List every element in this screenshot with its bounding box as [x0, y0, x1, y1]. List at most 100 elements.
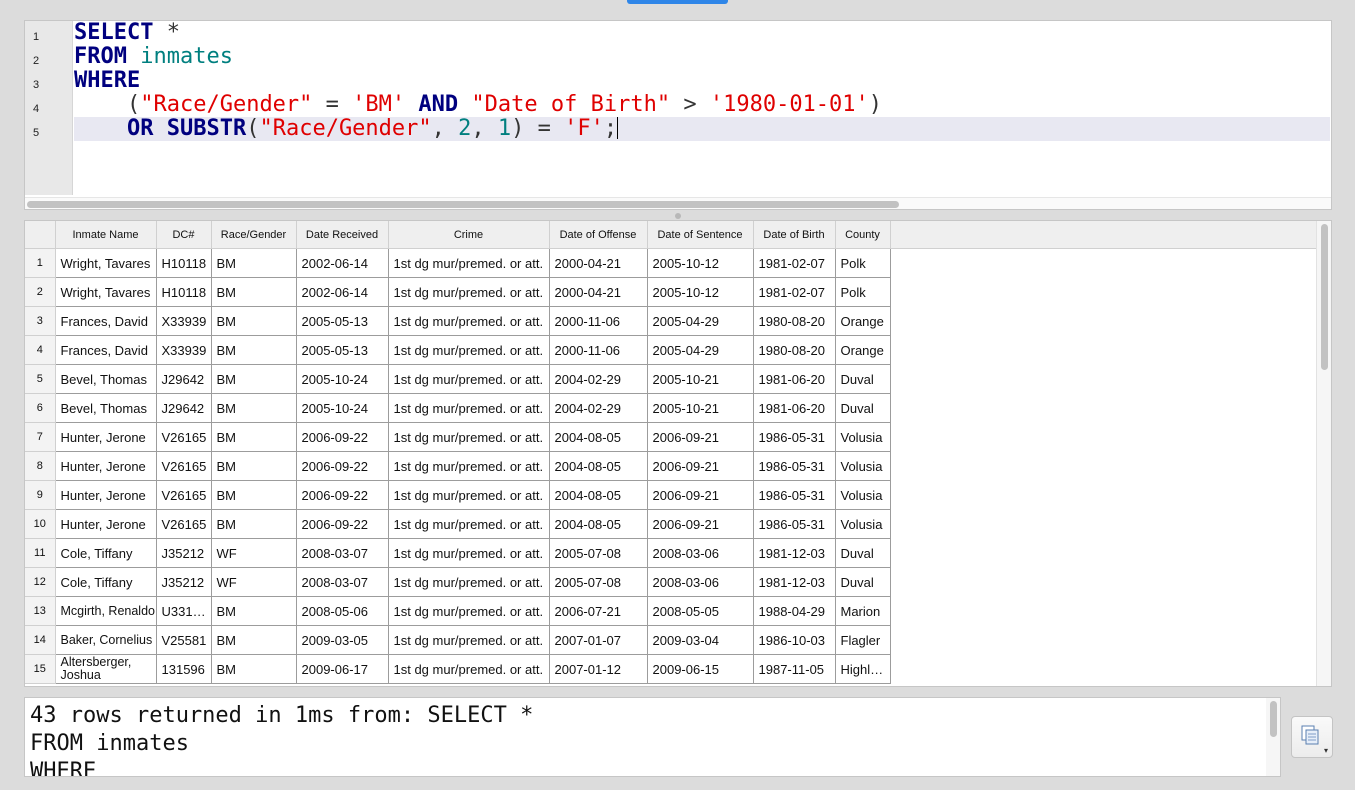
table-cell[interactable]: 2006-09-22	[296, 509, 389, 539]
table-cell[interactable]: Volusia	[835, 509, 891, 539]
table-cell[interactable]: BM	[211, 625, 297, 655]
table-cell[interactable]: 1981-06-20	[753, 393, 836, 423]
table-cell[interactable]: Wright, Tavares	[55, 248, 157, 278]
table-row[interactable]: 4 Frances, David X33939 BM 2005-05-13 1st dg …	[25, 335, 891, 365]
table-cell[interactable]: 1st dg mur/premed. or att.	[388, 248, 550, 278]
table-cell[interactable]: Cole, Tiffany	[55, 538, 157, 568]
table-cell[interactable]: 1st dg mur/premed. or att.	[388, 451, 550, 481]
table-cell[interactable]: 2009-06-17	[296, 654, 389, 684]
table-cell[interactable]: WF	[211, 567, 297, 597]
table-cell[interactable]: Frances, David	[55, 306, 157, 336]
pane-splitter-handle[interactable]	[675, 213, 681, 219]
table-cell[interactable]: Mcgirth, Renaldo	[55, 596, 157, 626]
table-cell[interactable]: 2006-09-22	[296, 422, 389, 452]
column-header[interactable]: Date of Sentence	[647, 221, 754, 249]
table-cell[interactable]: H10118	[156, 248, 212, 278]
copy-results-button[interactable]: ▾	[1291, 716, 1333, 758]
table-cell[interactable]: Frances, David	[55, 335, 157, 365]
table-cell[interactable]: WF	[211, 538, 297, 568]
table-cell[interactable]: Orange	[835, 335, 891, 365]
table-row[interactable]: 5 Bevel, Thomas J29642 BM 2005-10-24 1st dg m…	[25, 364, 891, 394]
table-cell[interactable]: Volusia	[835, 422, 891, 452]
table-cell[interactable]: BM	[211, 654, 297, 684]
table-cell[interactable]: 2000-11-06	[549, 335, 648, 365]
table-row[interactable]: 7 Hunter, Jerone V26165 BM 2006-09-22 1st dg …	[25, 422, 891, 452]
scrollbar-thumb[interactable]	[1321, 224, 1328, 370]
table-cell[interactable]: BM	[211, 451, 297, 481]
table-cell[interactable]: 2006-07-21	[549, 596, 648, 626]
table-cell[interactable]: 1st dg mur/premed. or att.	[388, 596, 550, 626]
table-cell[interactable]: X33939	[156, 335, 212, 365]
column-header[interactable]: Date Received	[296, 221, 389, 249]
table-cell[interactable]: 2005-04-29	[647, 306, 754, 336]
table-cell[interactable]: Wright, Tavares	[55, 277, 157, 307]
table-cell[interactable]: Hunter, Jerone	[55, 480, 157, 510]
code-line-5[interactable]: OR SUBSTR("Race/Gender", 2, 1) = 'F';	[74, 117, 1330, 141]
table-cell[interactable]: 2005-10-12	[647, 277, 754, 307]
table-cell[interactable]: Bevel, Thomas	[55, 364, 157, 394]
table-cell[interactable]: 2004-08-05	[549, 509, 648, 539]
table-row[interactable]: 3 Frances, David X33939 BM 2005-05-13 1st dg …	[25, 306, 891, 336]
table-cell[interactable]: Orange	[835, 306, 891, 336]
table-cell[interactable]: BM	[211, 596, 297, 626]
table-cell[interactable]: V26165	[156, 451, 212, 481]
table-cell[interactable]: 1987-11-05	[753, 654, 836, 684]
table-cell[interactable]: 2002-06-14	[296, 248, 389, 278]
table-cell[interactable]: 1986-05-31	[753, 422, 836, 452]
table-row[interactable]: 10 Hunter, Jerone V26165 BM 2006-09-22 1st dg…	[25, 509, 891, 539]
table-cell[interactable]: 2004-08-05	[549, 422, 648, 452]
table-cell[interactable]: Polk	[835, 277, 891, 307]
table-row[interactable]: 9 Hunter, Jerone V26165 BM 2006-09-22 1st dg …	[25, 480, 891, 510]
table-cell[interactable]: 2000-11-06	[549, 306, 648, 336]
table-cell[interactable]: 2008-05-06	[296, 596, 389, 626]
sql-editor[interactable]: 1 2 3 4 5 SELECT * FROM inmates WHERE ("…	[24, 20, 1332, 210]
table-cell[interactable]: 2004-08-05	[549, 451, 648, 481]
table-row[interactable]: 13 Mcgirth, Renaldo U331… BM 2008-05-06 1st d…	[25, 596, 891, 626]
code-line-1[interactable]: SELECT *	[74, 21, 1330, 45]
table-cell[interactable]: 2004-02-29	[549, 364, 648, 394]
table-cell[interactable]: Duval	[835, 364, 891, 394]
table-cell[interactable]: Volusia	[835, 451, 891, 481]
table-cell[interactable]: 1986-05-31	[753, 509, 836, 539]
table-cell[interactable]: 1986-10-03	[753, 625, 836, 655]
table-cell[interactable]: BM	[211, 335, 297, 365]
table-cell[interactable]: BM	[211, 306, 297, 336]
table-cell[interactable]: Marion	[835, 596, 891, 626]
table-cell[interactable]: J29642	[156, 393, 212, 423]
table-cell[interactable]: 2005-05-13	[296, 306, 389, 336]
table-cell[interactable]: 2005-10-24	[296, 393, 389, 423]
column-header[interactable]: Inmate Name	[55, 221, 157, 249]
table-cell[interactable]: 2000-04-21	[549, 277, 648, 307]
table-cell[interactable]: 1980-08-20	[753, 335, 836, 365]
table-row[interactable]: 2 Wright, Tavares H10118 BM 2002-06-14 1st dg…	[25, 277, 891, 307]
table-cell[interactable]: 2009-03-04	[647, 625, 754, 655]
table-row[interactable]: 12 Cole, Tiffany J35212 WF 2008-03-07 1st dg …	[25, 567, 891, 597]
table-cell[interactable]: 2008-05-05	[647, 596, 754, 626]
table-cell[interactable]: Bevel, Thomas	[55, 393, 157, 423]
table-cell[interactable]: X33939	[156, 306, 212, 336]
table-cell[interactable]: Polk	[835, 248, 891, 278]
table-cell[interactable]: 1981-02-07	[753, 277, 836, 307]
table-row[interactable]: 11 Cole, Tiffany J35212 WF 2008-03-07 1st dg …	[25, 538, 891, 568]
table-cell[interactable]: 1st dg mur/premed. or att.	[388, 306, 550, 336]
table-cell[interactable]: BM	[211, 422, 297, 452]
table-cell[interactable]: Hunter, Jerone	[55, 451, 157, 481]
table-cell[interactable]: V26165	[156, 509, 212, 539]
table-row[interactable]: 1 Wright, Tavares H10118 BM 2002-06-14 1st dg…	[25, 248, 891, 278]
message-vertical-scrollbar[interactable]	[1266, 698, 1280, 776]
table-cell[interactable]: J35212	[156, 538, 212, 568]
table-cell[interactable]: Highl…	[835, 654, 891, 684]
table-cell[interactable]: 1981-02-07	[753, 248, 836, 278]
table-cell[interactable]: Duval	[835, 567, 891, 597]
table-cell[interactable]: Baker, Cornelius	[55, 625, 157, 655]
table-cell[interactable]: 2005-05-13	[296, 335, 389, 365]
table-row[interactable]: 8 Hunter, Jerone V26165 BM 2006-09-22 1st dg …	[25, 451, 891, 481]
table-cell[interactable]: 1st dg mur/premed. or att.	[388, 422, 550, 452]
table-cell[interactable]: J35212	[156, 567, 212, 597]
scrollbar-thumb[interactable]	[1270, 701, 1277, 737]
table-cell[interactable]: BM	[211, 509, 297, 539]
table-cell[interactable]: 1st dg mur/premed. or att.	[388, 393, 550, 423]
table-cell[interactable]: 2009-06-15	[647, 654, 754, 684]
table-cell[interactable]: 1st dg mur/premed. or att.	[388, 538, 550, 568]
table-cell[interactable]: 2005-07-08	[549, 538, 648, 568]
